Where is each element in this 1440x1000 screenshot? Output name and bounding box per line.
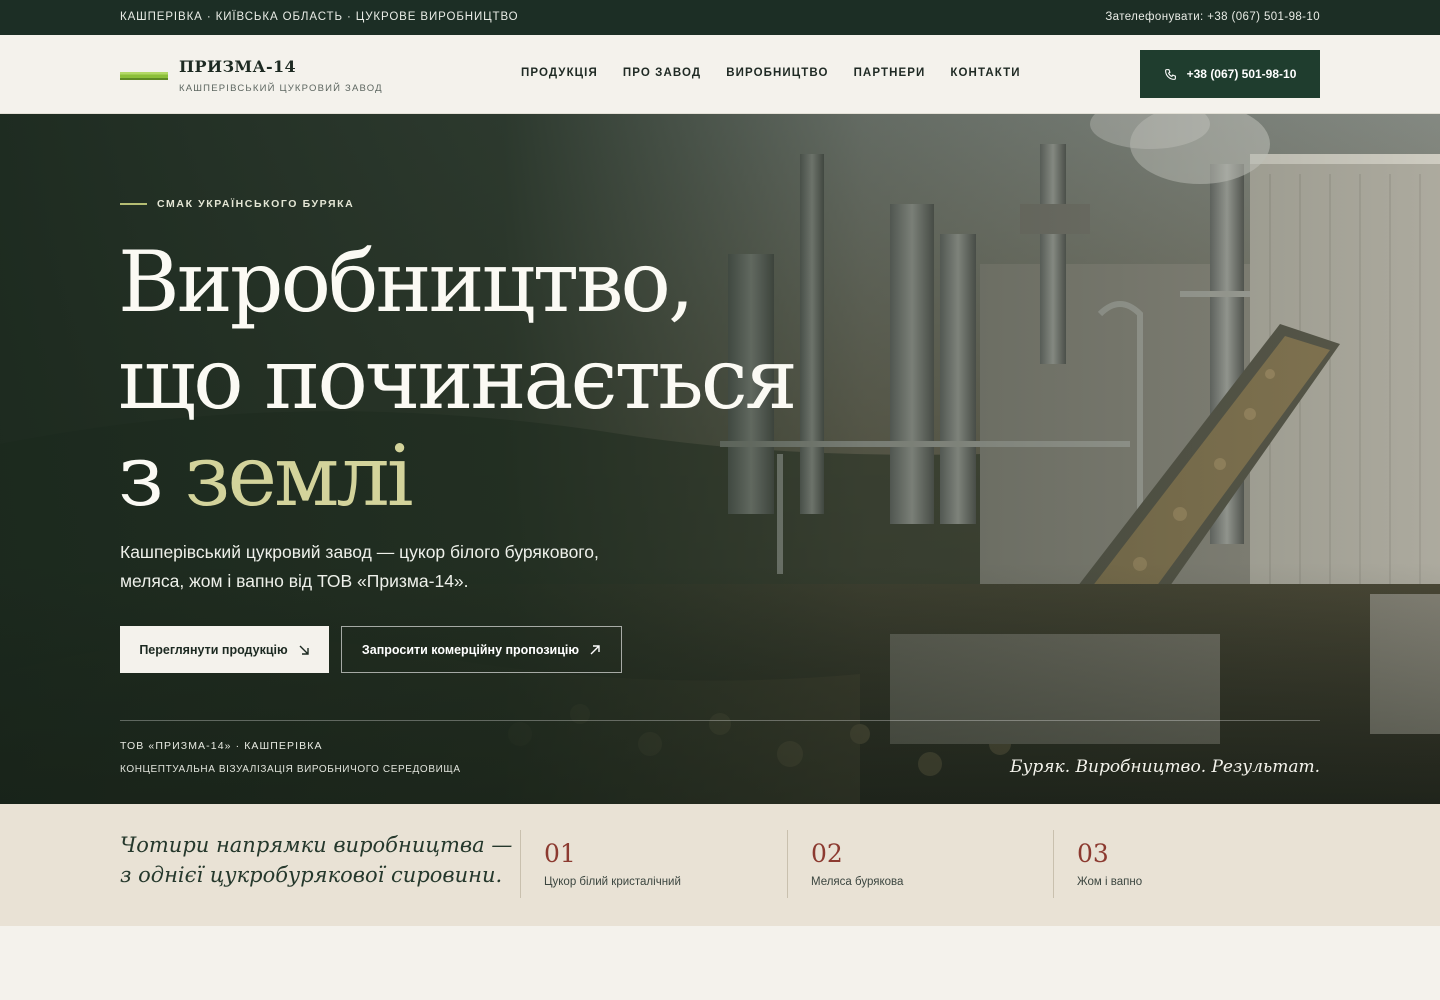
hero-headline: Виробництво, що починається з землі <box>118 233 798 525</box>
site-header: ПРИЗМА-14 КАШПЕРІВСЬКИЙ ЦУКРОВИЙ ЗАВОД П… <box>0 35 1440 114</box>
direction-item[interactable]: 03 Жом і вапно <box>1053 830 1142 898</box>
request-offer-button[interactable]: Запросити комерційну пропозицію <box>341 626 622 673</box>
logo-subtitle: КАШПЕРІВСЬКИЙ ЦУКРОВИЙ ЗАВОД <box>179 83 383 94</box>
call-button-label: +38 (067) 501-98-10 <box>1186 67 1297 81</box>
nav-partners[interactable]: ПАРТНЕРИ <box>854 67 926 79</box>
logo-mark-icon[interactable] <box>120 69 168 82</box>
headline-line-2: що починається <box>118 330 798 428</box>
hero-image-note: КОНЦЕПТУАЛЬНА ВІЗУАЛІЗАЦІЯ ВИРОБНИЧОГО С… <box>120 764 461 775</box>
nav-production[interactable]: ВИРОБНИЦТВО <box>726 67 828 79</box>
hero-section: СМАК УКРАЇНСЬКОГО БУРЯКА Виробництво, що… <box>0 114 1440 804</box>
directions-intro-line-2: з однієї цукробурякової сировини. <box>120 863 503 887</box>
direction-label: Меляса бурякова <box>811 876 904 888</box>
phone-icon <box>1164 68 1176 80</box>
arrow-up-right-icon <box>590 644 600 654</box>
directions-intro: Чотири напрямки виробництва — з однієї ц… <box>120 830 512 890</box>
location-text: КАШПЕРІВКА · КИЇВСЬКА ОБЛАСТЬ · ЦУКРОВЕ … <box>120 11 519 23</box>
nav-about[interactable]: ПРО ЗАВОД <box>623 67 701 79</box>
direction-label: Жом і вапно <box>1077 876 1143 888</box>
hero-eyebrow: СМАК УКРАЇНСЬКОГО БУРЯКА <box>120 198 354 210</box>
view-products-label: Переглянути продукцію <box>139 642 288 657</box>
production-directions: Чотири напрямки виробництва — з однієї ц… <box>0 804 1440 926</box>
top-phone-link[interactable]: Зателефонувати: +38 (067) 501-98-10 <box>1105 11 1320 23</box>
directions-intro-line-1: Чотири напрямки виробництва — <box>120 833 513 857</box>
hero-tagline: Буряк. Виробництво. Результат. <box>1010 757 1320 777</box>
hero-company-caption: ТОВ «ПРИЗМА-14» · КАШПЕРІВКА <box>120 740 323 752</box>
direction-item[interactable]: 01 Цукор білий кристалічний <box>520 830 681 898</box>
top-info-bar: КАШПЕРІВКА · КИЇВСЬКА ОБЛАСТЬ · ЦУКРОВЕ … <box>0 0 1440 35</box>
arrow-down-right-icon <box>299 645 309 655</box>
direction-number: 01 <box>544 839 576 868</box>
direction-item[interactable]: 02 Меляса бурякова <box>787 830 903 898</box>
direction-number: 02 <box>811 839 843 868</box>
direction-number: 03 <box>1077 839 1109 868</box>
eyebrow-text: СМАК УКРАЇНСЬКОГО БУРЯКА <box>157 198 355 210</box>
headline-line-1: Виробництво, <box>118 233 695 331</box>
main-nav: ПРОДУКЦІЯ ПРО ЗАВОД ВИРОБНИЦТВО ПАРТНЕРИ… <box>521 67 1021 79</box>
headline-line-3-prefix: з <box>118 427 185 525</box>
call-button[interactable]: +38 (067) 501-98-10 <box>1140 50 1320 98</box>
direction-label: Цукор білий кристалічний <box>544 876 681 888</box>
headline-accent: землі <box>184 427 414 525</box>
hero-lead: Кашперівський цукровий завод — цукор біл… <box>120 542 599 591</box>
next-section <box>0 926 1440 1000</box>
view-products-button[interactable]: Переглянути продукцію <box>120 626 329 673</box>
eyebrow-line <box>120 203 147 205</box>
request-offer-label: Запросити комерційну пропозицію <box>361 642 580 657</box>
logo-title[interactable]: ПРИЗМА-14 <box>179 57 296 76</box>
nav-products[interactable]: ПРОДУКЦІЯ <box>521 67 598 79</box>
hero-divider <box>120 720 1320 721</box>
nav-contacts[interactable]: КОНТАКТИ <box>950 67 1020 79</box>
